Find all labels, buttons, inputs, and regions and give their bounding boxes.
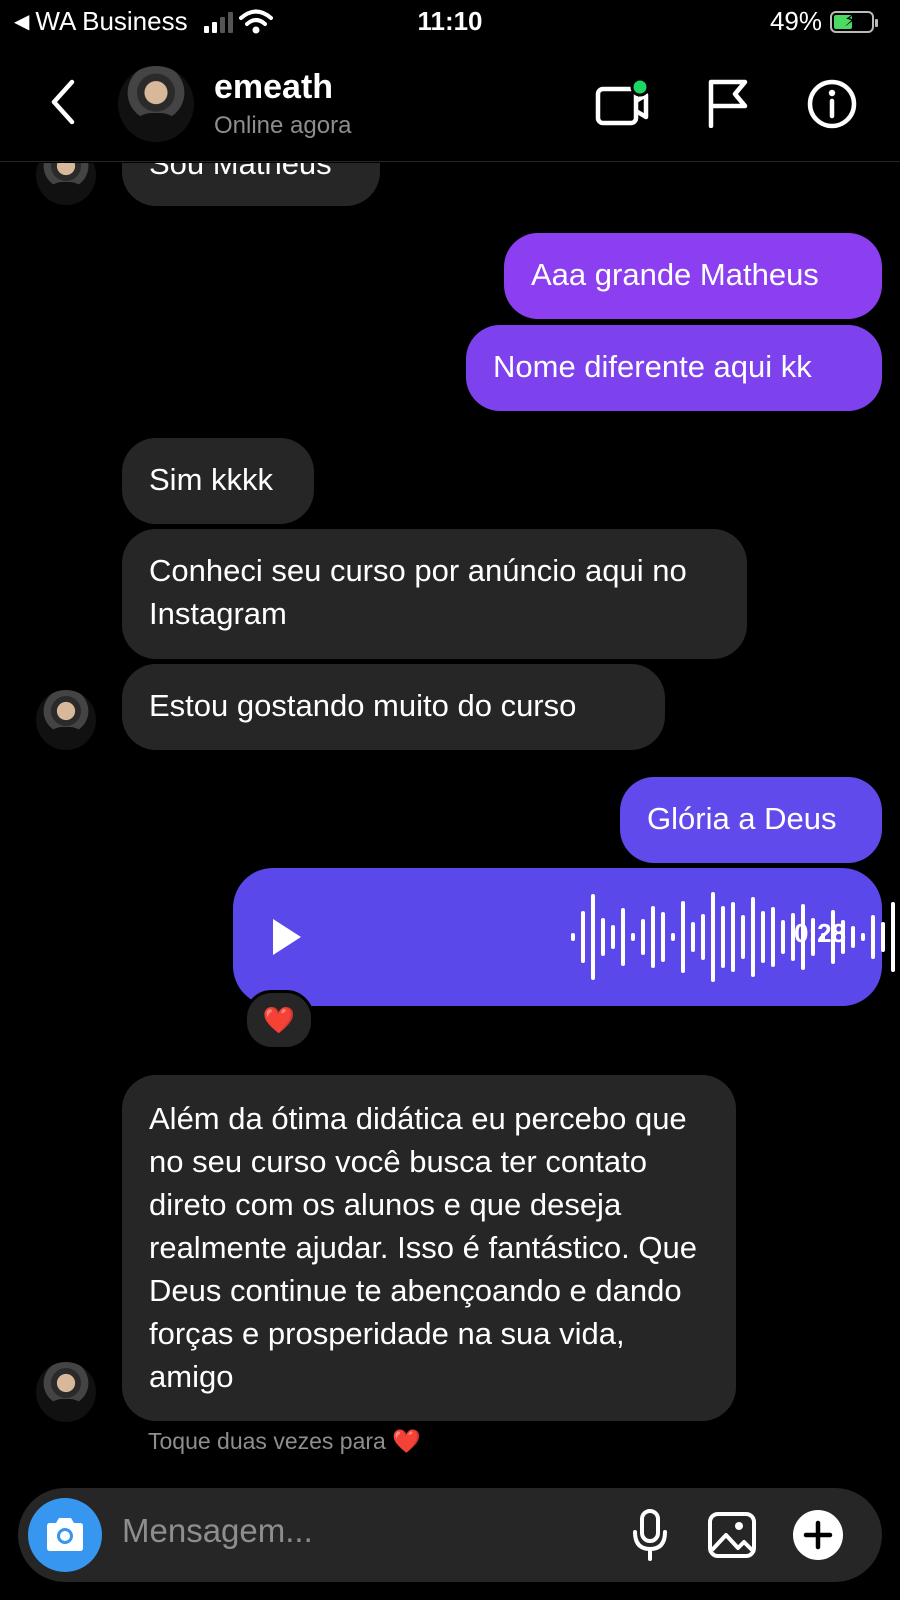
audio-waveform xyxy=(571,868,900,1006)
message-bubble-outgoing[interactable]: Glória a Deus xyxy=(620,777,882,863)
waveform-bar xyxy=(691,922,695,952)
voice-duration: 0:28 xyxy=(793,918,846,948)
more-actions-button[interactable] xyxy=(788,1505,848,1565)
double-tap-hint: Toque duas vezes para ❤️ xyxy=(148,1428,421,1454)
message-bubble-incoming[interactable]: Estou gostando muito do curso xyxy=(122,664,665,750)
message-bubble-incoming[interactable]: Sim kkkk xyxy=(122,438,314,524)
message-bubble-outgoing[interactable]: Nome diferente aqui kk xyxy=(466,325,882,411)
report-button[interactable] xyxy=(700,74,756,130)
play-icon xyxy=(273,919,301,955)
message-composer: Mensagem... xyxy=(18,1488,882,1582)
waveform-bar xyxy=(601,918,605,956)
info-icon xyxy=(807,79,857,129)
message-text: Glória a Deus xyxy=(647,801,837,836)
waveform-bar xyxy=(671,933,675,941)
message-input[interactable]: Mensagem... xyxy=(122,1512,313,1550)
waveform-bar xyxy=(711,892,715,982)
sender-avatar[interactable] xyxy=(36,1362,96,1422)
chevron-left-icon xyxy=(51,79,75,125)
waveform-bar xyxy=(701,914,705,960)
waveform-bar xyxy=(781,920,785,954)
sender-avatar[interactable] xyxy=(36,690,96,750)
camera-icon xyxy=(47,1518,83,1551)
waveform-bar xyxy=(621,908,625,966)
waveform-bar xyxy=(871,915,875,959)
message-text: Nome diferente aqui kk xyxy=(493,349,812,384)
message-text: Além da ótima didática eu percebo que no… xyxy=(149,1101,697,1394)
gallery-icon xyxy=(708,1512,756,1558)
waveform-bar xyxy=(881,922,885,952)
message-bubble-outgoing[interactable]: Aaa grande Matheus xyxy=(504,233,882,319)
waveform-bar xyxy=(611,925,615,949)
info-button[interactable] xyxy=(804,76,860,132)
voice-message[interactable]: 0:28 xyxy=(233,868,895,1006)
battery-icon: ⚡ xyxy=(830,10,878,33)
flag-icon xyxy=(708,79,748,128)
waveform-bar xyxy=(761,911,765,963)
play-button[interactable] xyxy=(255,906,317,968)
waveform-bar xyxy=(891,902,895,972)
waveform-bar xyxy=(731,902,735,972)
waveform-bar xyxy=(741,915,745,959)
heart-icon: ❤️ xyxy=(262,1004,296,1035)
voice-record-button[interactable] xyxy=(622,1506,678,1564)
reaction-heart[interactable]: ❤️ xyxy=(244,990,314,1050)
contact-status: Online agora xyxy=(214,112,352,139)
waveform-bar xyxy=(751,897,755,977)
add-icon xyxy=(793,1510,843,1560)
camera-button[interactable] xyxy=(28,1498,102,1572)
chat-header: emeath Online agora xyxy=(0,50,900,162)
message-bubble-incoming[interactable]: Conheci seu curso por anúncio aqui no In… xyxy=(122,529,747,659)
message-list[interactable]: Sou Matheus Aaa grande Matheus Nome dife… xyxy=(0,163,900,1463)
waveform-bar xyxy=(851,926,855,948)
sender-avatar[interactable] xyxy=(36,163,96,205)
waveform-bar xyxy=(581,911,585,963)
message-text: Aaa grande Matheus xyxy=(531,257,819,292)
clock: 11:10 xyxy=(417,6,483,36)
contact-avatar[interactable] xyxy=(118,66,194,142)
waveform-bar xyxy=(641,919,645,955)
waveform-bar xyxy=(651,906,655,968)
waveform-bar xyxy=(631,933,635,941)
video-call-icon xyxy=(595,77,650,126)
video-call-button[interactable] xyxy=(592,72,654,134)
waveform-bar xyxy=(721,906,725,968)
waveform-bar xyxy=(661,912,665,962)
message-bubble-incoming[interactable]: Sou Matheus xyxy=(122,163,380,206)
waveform-bar xyxy=(771,907,775,967)
contact-name[interactable]: emeath xyxy=(214,68,333,107)
waveform-bar xyxy=(591,894,595,980)
message-text: Estou gostando muito do curso xyxy=(149,688,577,723)
battery-percent: 49% xyxy=(769,6,822,36)
waveform-bar xyxy=(681,901,685,973)
waveform-bar xyxy=(861,933,865,941)
gallery-button[interactable] xyxy=(702,1506,762,1564)
message-text: Sim kkkk xyxy=(149,462,273,497)
message-text: Sou Matheus xyxy=(149,163,332,181)
waveform-bar xyxy=(571,933,575,941)
status-bar: ◀ WA Business 11:10 49% ⚡ xyxy=(0,0,900,46)
microphone-icon xyxy=(633,1509,667,1561)
message-text: Conheci seu curso por anúncio aqui no In… xyxy=(149,553,687,631)
back-button[interactable] xyxy=(38,74,88,130)
message-bubble-incoming[interactable]: Além da ótima didática eu percebo que no… xyxy=(122,1075,736,1421)
